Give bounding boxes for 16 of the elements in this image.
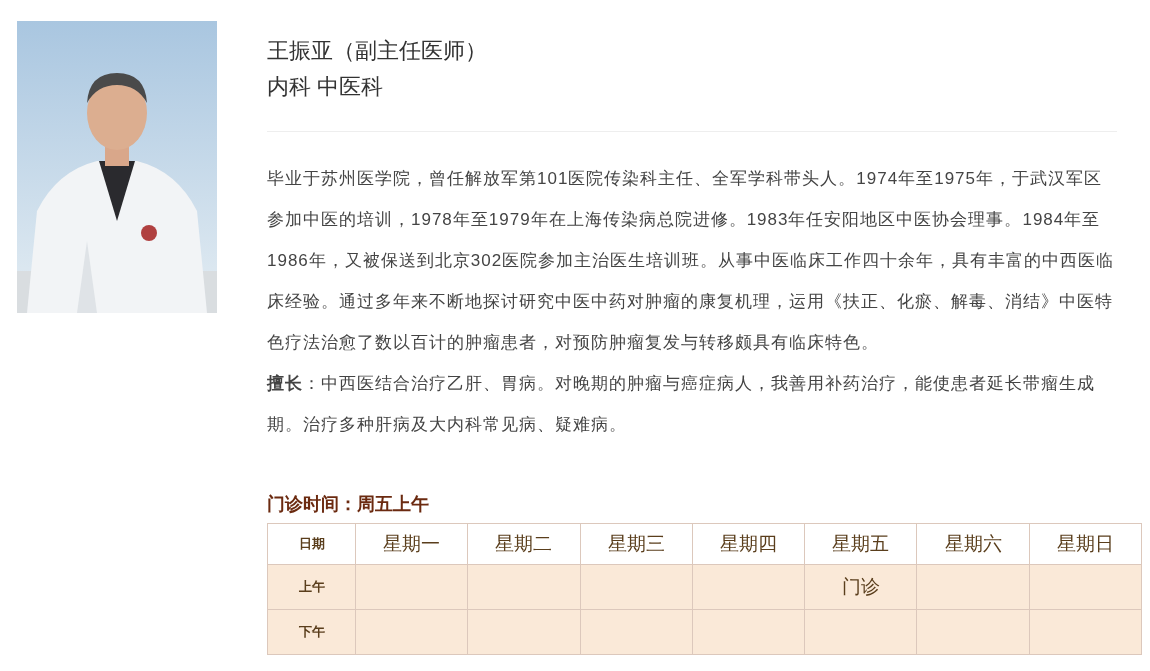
row-header: 上午 (267, 564, 356, 610)
department: 内科 中医科 (267, 73, 385, 101)
table-cell: 门诊 (804, 564, 917, 610)
doctor-name: 王振亚（副主任医师） (267, 37, 488, 65)
column-header: 星期五 (804, 523, 917, 565)
row-header: 下午 (267, 609, 356, 655)
column-header: 星期日 (1029, 523, 1142, 565)
bio-paragraph: 毕业于苏州医学院，曾任解放军第101医院传染科主任、全军学科带头人。1974年至1975年，于武汉军区参加中医的培训，1978年至1979年在上海传染病总院进修。1983年任安阳地区中医协会理事。1984年至1986年，又被保送到北京302医院参加主治医生培训班。从事中医临床工作四十余年，具有丰富的中西医临床经验。通过多年来不断地探讨研究中医中药对肿瘤的康复机理，运用《扶正、化瘀、解毒、消结》中医特色疗法治愈了数以百计的肿瘤患者，对预防肿瘤复发与转移颇具有临床特色。 (267, 168, 1116, 354)
column-header: 星期二 (467, 523, 581, 565)
bio-paragraph: 擅长：中西医结合治疗乙肝、胃病。对晚期的肿瘤与癌症病人，我善用补药治疗，能使患者延长带瘤生成期。治疗多种肝病及大内科常见病、疑难病。 (267, 373, 1096, 436)
column-header: 星期四 (692, 523, 805, 565)
column-header: 星期六 (916, 523, 1030, 565)
column-header: 星期三 (580, 523, 693, 565)
column-header: 星期一 (355, 523, 468, 565)
schedule-title: 门诊时间：周五上午 (267, 493, 430, 516)
column-header: 日期 (267, 523, 356, 565)
